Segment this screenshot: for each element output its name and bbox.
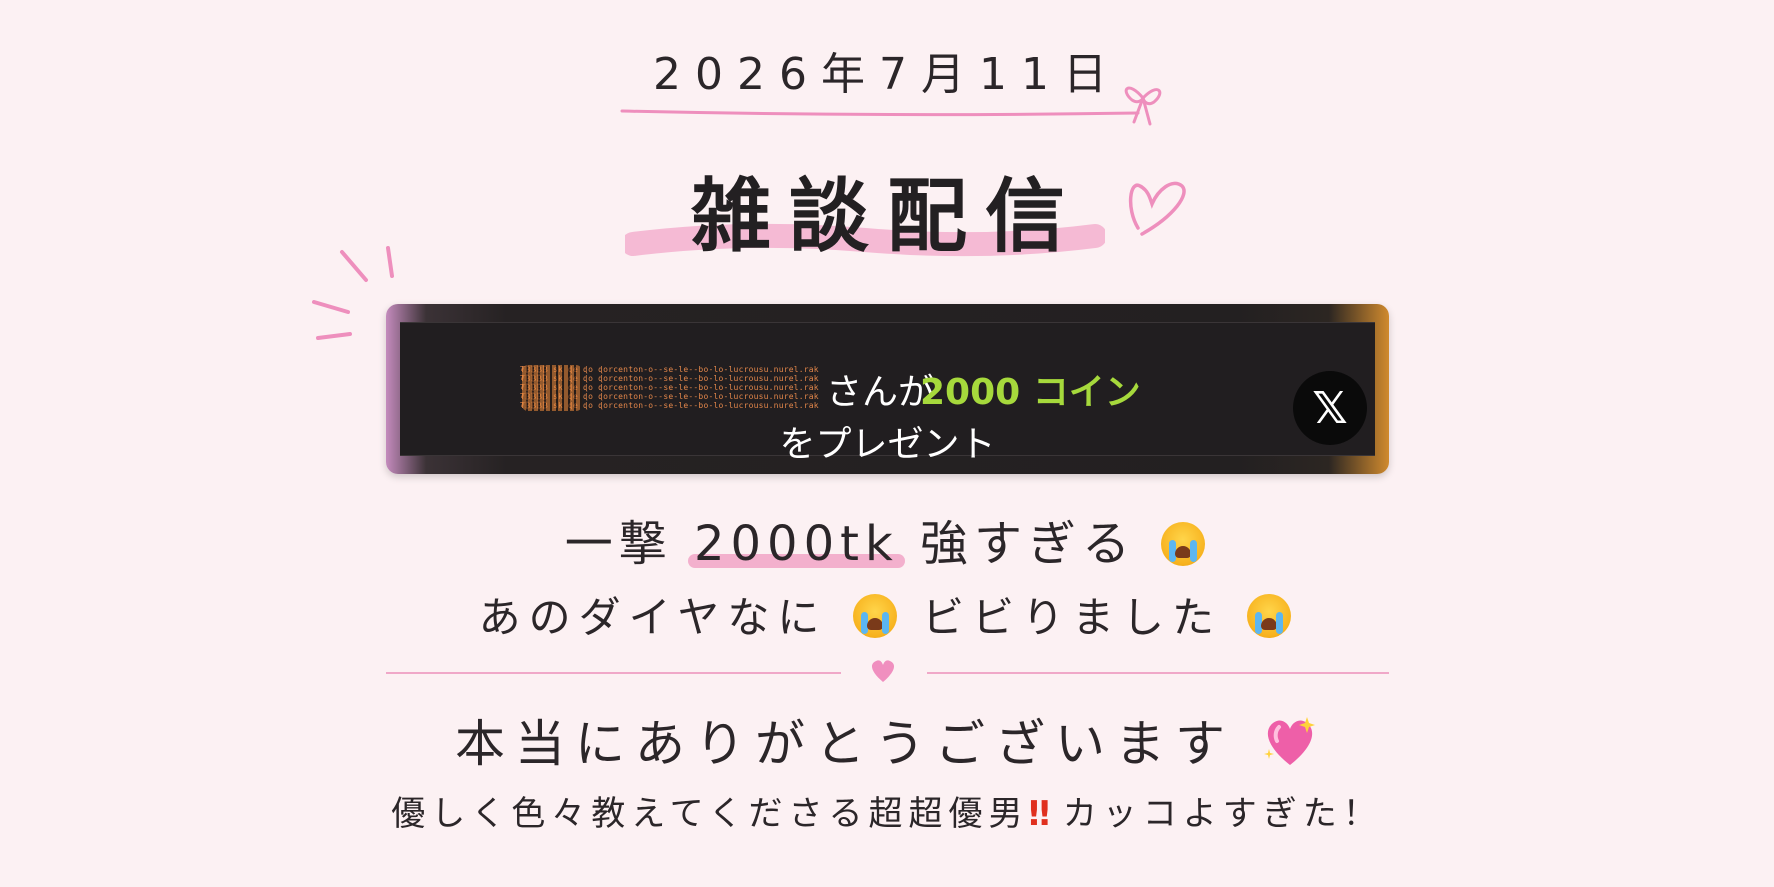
message-line2: あのダイヤなに ビビりました — [0, 584, 1774, 645]
crying-face-icon — [1247, 594, 1292, 638]
gift-notification-banner: ₮₿₿₿₿ sk ɖe ɖo ɖorcenton-o--se-le--bo-lo… — [386, 304, 1389, 474]
divider-right — [927, 672, 1389, 674]
sparkling-heart-icon — [1263, 717, 1315, 765]
thanks-line: 本当にありがとうございます — [0, 704, 1774, 776]
line1-post: 強すぎる — [920, 516, 1137, 572]
x-logo-icon[interactable]: 𝕏 — [1293, 371, 1367, 445]
crying-face-icon — [852, 594, 897, 638]
thanks-text: 本当にありがとうございます — [455, 715, 1236, 773]
banner-inner: ₮₿₿₿₿ sk ɖe ɖo ɖorcenton-o--se-le--bo-lo… — [400, 322, 1375, 465]
date-underline — [620, 109, 1140, 117]
present-text: をプレゼント — [779, 424, 996, 465]
date-heading: 2026年7月11日 — [653, 49, 1121, 100]
glitch-avatar — [522, 365, 582, 411]
compliment-line: 優しく色々教えてくださる超超優男‼ カッコよすぎた！ — [0, 786, 1774, 835]
banner-line1: ₮₿₿₿₿ sk ɖe ɖo ɖorcenton-o--se-le--bo-lo… — [520, 361, 1280, 413]
double-exclamation-icon: ‼ — [1028, 794, 1050, 834]
message-line1: 一撃 2000tk 強すぎる — [0, 504, 1774, 574]
line1-pre: 一撃 — [564, 516, 673, 572]
heart-outline-icon — [1128, 181, 1186, 236]
token-highlight: 2000tk — [687, 516, 905, 572]
line4-a: 優しく色々教えてくださる超超優男 — [391, 794, 1029, 834]
token-amount: 2000tk — [693, 516, 899, 572]
line2-a: あのダイヤなに — [478, 593, 828, 642]
line2-b: ビビりました — [922, 593, 1223, 642]
divider-left — [386, 672, 841, 674]
coin-amount: 2000 コイン — [920, 372, 1141, 413]
stream-title: 雑談配信 — [691, 170, 1083, 263]
line4-b: カッコよすぎた！ — [1062, 794, 1383, 834]
ribbon-bow-icon — [1124, 86, 1162, 126]
san-text: さんが — [826, 372, 935, 413]
heart-icon — [871, 660, 895, 682]
crying-face-icon — [1161, 522, 1206, 566]
